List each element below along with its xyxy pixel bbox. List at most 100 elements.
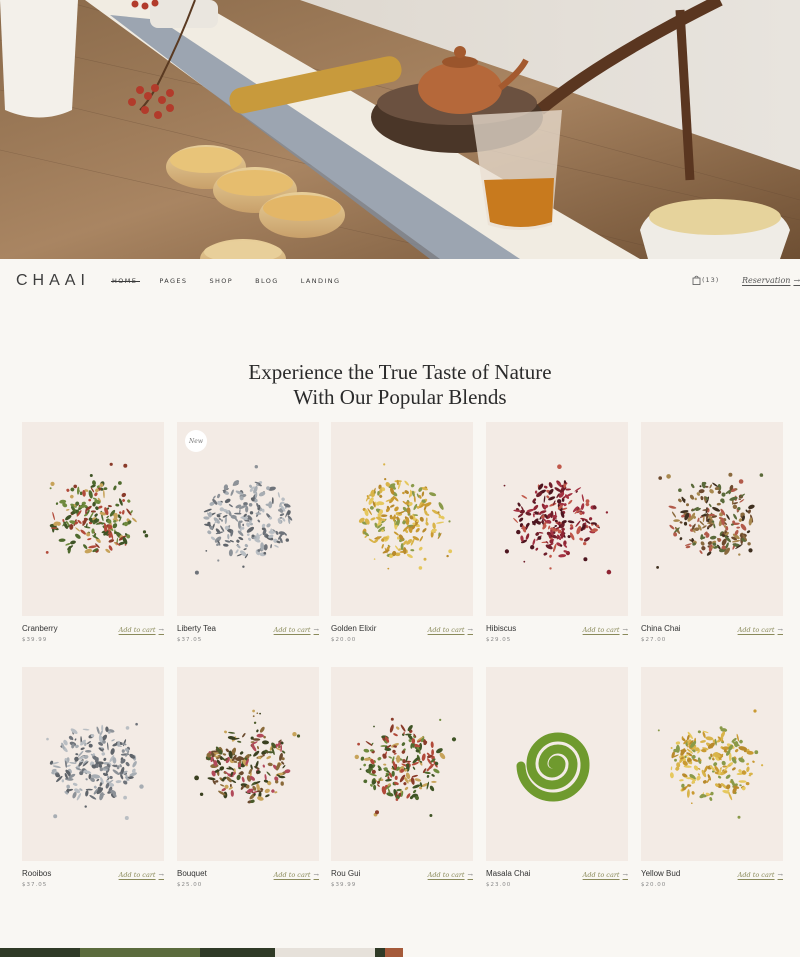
product-price: $23.00 (486, 882, 512, 888)
tea-leaves (657, 709, 764, 819)
arrow-right-icon: → (158, 871, 164, 879)
add-to-cart-link[interactable]: Add to cart → (119, 871, 164, 879)
tea-leaves (656, 472, 764, 569)
add-to-cart-label: Add to cart (118, 626, 156, 634)
arrow-right-icon: → (467, 626, 473, 634)
product-card[interactable]: Golden Elixir $20.00 Add to cart → (331, 422, 473, 643)
cart-button[interactable]: (13) (692, 275, 719, 285)
product-image[interactable] (641, 422, 783, 616)
add-to-cart-label: Add to cart (118, 871, 156, 879)
tea-leaves (503, 464, 612, 575)
product-name[interactable]: Rooibos (22, 869, 51, 878)
add-to-cart-label: Add to cart (582, 626, 620, 634)
tea-leaves (46, 722, 144, 820)
product-name[interactable]: Cranberry (22, 624, 58, 633)
add-to-cart-link[interactable]: Add to cart → (583, 626, 628, 634)
heading-line-1: Experience the True Taste of Nature (248, 360, 552, 384)
product-image[interactable]: New (177, 422, 319, 616)
product-card[interactable]: Rooibos $37.05 Add to cart → (22, 667, 164, 888)
next-section-image (0, 946, 403, 957)
product-price: $20.00 (331, 637, 357, 643)
product-image[interactable] (486, 422, 628, 616)
main-navigation: CHAAI Home Pages Shop Blog Landing (0, 259, 800, 304)
add-to-cart-link[interactable]: Add to cart → (738, 626, 783, 634)
new-badge: New (185, 430, 207, 452)
product-image[interactable] (486, 667, 628, 861)
product-name[interactable]: China Chai (641, 624, 681, 633)
arrow-right-icon: → (158, 626, 164, 634)
product-price: $37.05 (22, 882, 48, 888)
tea-leaves (45, 462, 149, 554)
product-price: $20.00 (641, 882, 667, 888)
product-card[interactable]: Masala Chai $23.00 Add to cart → (486, 667, 628, 888)
product-price: $39.99 (22, 637, 48, 643)
product-card[interactable]: Hibiscus $29.05 Add to cart → (486, 422, 628, 643)
add-to-cart-link[interactable]: Add to cart → (428, 626, 473, 634)
heading-line-2: With Our Popular Blends (293, 385, 507, 409)
add-to-cart-link[interactable]: Add to cart → (738, 871, 783, 879)
add-to-cart-link[interactable]: Add to cart → (119, 626, 164, 634)
add-to-cart-link[interactable]: Add to cart → (583, 871, 628, 879)
arrow-right-icon: → (467, 871, 473, 879)
add-to-cart-link[interactable]: Add to cart → (274, 871, 319, 879)
product-price: $25.00 (177, 882, 203, 888)
product-name[interactable]: Rou Gui (331, 869, 360, 878)
product-name[interactable]: Liberty Tea (177, 624, 216, 633)
product-card[interactable]: Yellow Bud $20.00 Add to cart → (641, 667, 783, 888)
product-image[interactable] (22, 422, 164, 616)
tea-leaves (194, 465, 293, 575)
product-name[interactable]: Bouquet (177, 869, 207, 878)
add-to-cart-label: Add to cart (737, 871, 775, 879)
nav-item-home[interactable]: Home (110, 277, 141, 285)
add-to-cart-link[interactable]: Add to cart → (274, 626, 319, 634)
product-image[interactable] (177, 667, 319, 861)
add-to-cart-label: Add to cart (427, 871, 465, 879)
nav-item-blog[interactable]: Blog (255, 277, 279, 285)
add-to-cart-link[interactable]: Add to cart → (428, 871, 473, 879)
arrow-right-icon: → (313, 626, 319, 634)
product-price: $29.05 (486, 637, 512, 643)
tea-leaves (358, 463, 453, 570)
primary-menu: Home Pages Shop Blog Landing (110, 277, 362, 285)
product-card[interactable]: Rou Gui $39.99 Add to cart → (331, 667, 473, 888)
product-name[interactable]: Masala Chai (486, 869, 530, 878)
nav-item-landing[interactable]: Landing (301, 277, 341, 285)
product-card[interactable]: New Liberty Tea $37.05 Add to cart → (177, 422, 319, 643)
product-image[interactable] (331, 667, 473, 861)
product-name[interactable]: Golden Elixir (331, 624, 376, 633)
arrow-right-icon: → (777, 871, 783, 879)
add-to-cart-label: Add to cart (273, 626, 311, 634)
add-to-cart-label: Add to cart (427, 626, 465, 634)
arrow-right-icon: → (777, 626, 783, 634)
product-price: $39.99 (331, 882, 357, 888)
product-name[interactable]: Hibiscus (486, 624, 516, 633)
nav-item-pages[interactable]: Pages (159, 277, 187, 285)
arrow-right-icon: → (313, 871, 319, 879)
add-to-cart-label: Add to cart (737, 626, 775, 634)
product-card[interactable]: Bouquet $25.00 Add to cart → (177, 667, 319, 888)
reservation-label: Reservation (742, 276, 791, 285)
arrow-right-icon: → (622, 871, 628, 879)
tea-leaves (354, 717, 457, 817)
product-image[interactable] (641, 667, 783, 861)
arrow-right-icon: → (793, 276, 800, 285)
arrow-right-icon: → (622, 626, 628, 634)
reservation-link[interactable]: Reservation → (742, 276, 800, 285)
matcha-powder (516, 732, 590, 802)
product-name[interactable]: Yellow Bud (641, 869, 680, 878)
product-price: $27.00 (641, 637, 667, 643)
add-to-cart-label: Add to cart (273, 871, 311, 879)
product-card[interactable]: Cranberry $39.99 Add to cart → (22, 422, 164, 643)
hero-image (0, 0, 800, 259)
product-image[interactable] (331, 422, 473, 616)
tea-leaves (194, 709, 301, 804)
shopping-bag-icon (692, 275, 701, 285)
product-image[interactable] (22, 667, 164, 861)
add-to-cart-label: Add to cart (582, 871, 620, 879)
nav-item-shop[interactable]: Shop (209, 277, 233, 285)
product-card[interactable]: China Chai $27.00 Add to cart → (641, 422, 783, 643)
brand-logo[interactable]: CHAAI (16, 272, 90, 290)
section-heading: Experience the True Taste of Nature With… (0, 360, 800, 410)
product-price: $37.05 (177, 637, 203, 643)
cart-count: (13) (702, 276, 720, 284)
